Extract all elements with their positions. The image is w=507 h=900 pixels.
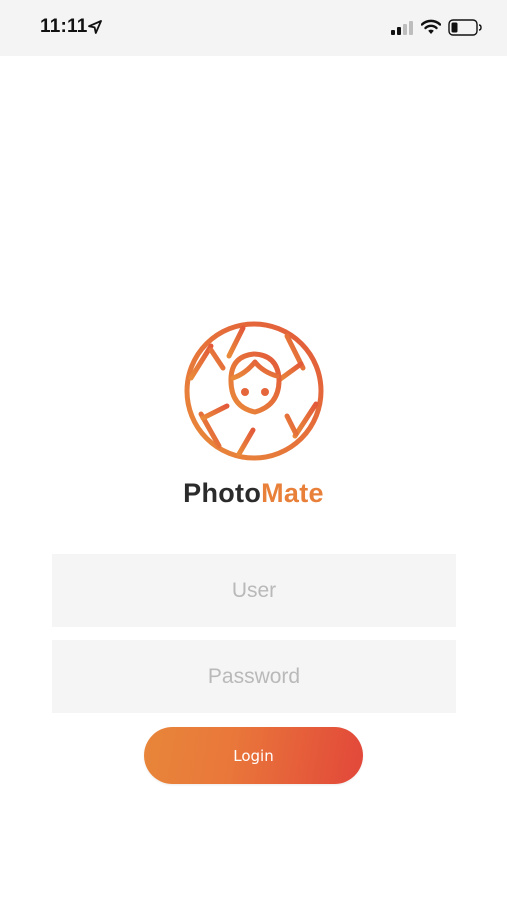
app-name: PhotoMate xyxy=(0,478,507,509)
login-button[interactable]: Login xyxy=(144,727,363,784)
cellular-signal-icon xyxy=(391,21,413,35)
login-screen: 11:11 PhotoMate User Login xyxy=(0,0,507,900)
password-input[interactable] xyxy=(52,640,456,713)
status-time: 11:11 xyxy=(40,16,88,37)
battery-icon xyxy=(448,19,482,36)
location-arrow-icon xyxy=(88,20,102,34)
app-name-mate: Mate xyxy=(261,478,324,508)
status-bar: 11:11 xyxy=(0,0,507,56)
aperture-face-logo xyxy=(184,321,324,461)
wifi-icon xyxy=(421,19,441,34)
app-name-photo: Photo xyxy=(183,478,262,508)
user-input[interactable] xyxy=(52,554,456,627)
